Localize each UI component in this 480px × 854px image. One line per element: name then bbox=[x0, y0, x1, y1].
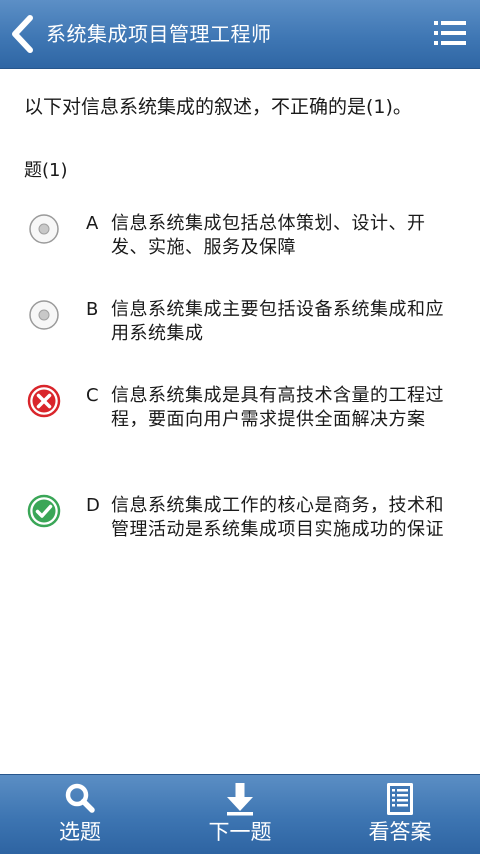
radio-unselected-icon[interactable] bbox=[26, 212, 62, 248]
option-text: 信息系统集成包括总体策划、设计、开发、实施、服务及保障 bbox=[111, 213, 426, 258]
option-c[interactable]: C 信息系统集成是具有高技术含量的工程过程，要面向用户需求提供全面解决方案 bbox=[0, 384, 480, 460]
option-letter: B bbox=[86, 299, 99, 320]
option-letter: D bbox=[86, 495, 100, 516]
document-list-icon bbox=[387, 783, 413, 815]
back-chevron-icon bbox=[12, 15, 33, 53]
next-question-label: 下一题 bbox=[208, 820, 272, 844]
option-text: 信息系统集成是具有高技术含量的工程过程，要面向用户需求提供全面解决方案 bbox=[111, 385, 444, 430]
option-text: 信息系统集成主要包括设备系统集成和应用系统集成 bbox=[111, 299, 444, 344]
question-text: 以下对信息系统集成的叙述，不正确的是(1)。 bbox=[24, 96, 412, 118]
option-d[interactable]: D 信息系统集成工作的核心是商务，技术和管理活动是系统集成项目实施成功的保证 bbox=[0, 494, 480, 570]
select-question-button[interactable]: 选题 bbox=[0, 775, 160, 854]
correct-check-icon[interactable] bbox=[26, 494, 62, 530]
menu-button[interactable] bbox=[432, 16, 468, 50]
option-letter: C bbox=[86, 385, 99, 406]
select-question-label: 选题 bbox=[59, 820, 101, 844]
next-question-button[interactable]: 下一题 bbox=[160, 775, 320, 854]
question-sub-label: 题(1) bbox=[24, 160, 68, 181]
list-menu-icon bbox=[434, 21, 466, 45]
option-a[interactable]: A 信息系统集成包括总体策划、设计、开发、实施、服务及保障 bbox=[0, 212, 480, 264]
view-answer-button[interactable]: 看答案 bbox=[320, 775, 480, 854]
view-answer-label: 看答案 bbox=[368, 820, 432, 844]
page-title: 系统集成项目管理工程师 bbox=[46, 22, 272, 46]
bottom-toolbar: 选题 下一题 看答案 bbox=[0, 774, 480, 854]
arrow-down-icon bbox=[227, 783, 253, 816]
option-text: 信息系统集成工作的核心是商务，技术和管理活动是系统集成项目实施成功的保证 bbox=[111, 495, 444, 540]
radio-unselected-icon[interactable] bbox=[26, 298, 62, 334]
wrong-x-icon[interactable] bbox=[26, 384, 62, 420]
title-bar: 系统集成项目管理工程师 bbox=[0, 0, 480, 69]
option-b[interactable]: B 信息系统集成主要包括设备系统集成和应用系统集成 bbox=[0, 298, 480, 350]
back-button[interactable] bbox=[6, 12, 42, 56]
option-letter: A bbox=[86, 213, 99, 234]
search-icon bbox=[65, 783, 95, 813]
